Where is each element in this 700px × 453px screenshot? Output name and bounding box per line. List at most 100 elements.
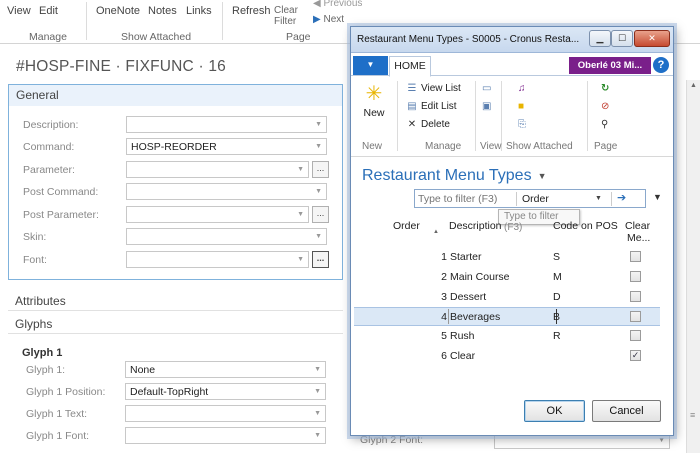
parameter-field[interactable]: ▼ — [126, 161, 309, 178]
cell-code[interactable]: B — [553, 311, 560, 323]
cell-code[interactable]: D — [553, 291, 561, 303]
clear-menu-checkbox[interactable] — [630, 251, 641, 262]
chevron-down-icon[interactable]: ▼ — [315, 233, 322, 240]
cell-description[interactable]: Rush — [450, 330, 475, 342]
page-heading[interactable]: Restaurant Menu Types ▼ — [362, 167, 547, 185]
chevron-down-icon[interactable]: ▼ — [314, 366, 321, 373]
post-parameter-field[interactable]: ▼ — [126, 206, 309, 223]
next-button[interactable]: ▶ Next — [313, 14, 344, 25]
parameter-lookup-button[interactable]: ... — [312, 161, 329, 178]
tab-home[interactable]: HOME — [389, 56, 431, 77]
glyph1-position-field[interactable]: Default-TopRight ▼ — [125, 383, 326, 400]
expand-filter-icon[interactable]: ▼ — [653, 192, 662, 202]
chevron-down-icon[interactable]: ▼ — [658, 437, 665, 444]
attributes-section-header[interactable]: Attributes — [8, 291, 343, 311]
page-scrollbar[interactable]: ▲ ≡ — [686, 80, 700, 453]
chevron-down-icon[interactable]: ▼ — [314, 432, 321, 439]
previous-button[interactable]: ◀ Previous — [313, 0, 362, 9]
column-header-clear-menu-2[interactable]: Me... — [627, 232, 650, 244]
cell-description-editing[interactable]: Beverages — [448, 309, 558, 324]
new-button[interactable]: ✳ New — [357, 81, 391, 119]
cell-description[interactable]: Starter — [450, 251, 482, 263]
cell-code[interactable]: S — [553, 251, 560, 263]
chevron-down-icon[interactable]: ▼ — [314, 388, 321, 395]
command-field[interactable]: HOSP-REORDER ▼ — [126, 138, 327, 155]
view-details-icon[interactable]: ▣ — [482, 101, 491, 112]
glyph1-font-field[interactable]: ▼ — [125, 427, 326, 444]
apply-filter-icon[interactable]: ➔ — [617, 191, 626, 204]
chevron-down-icon[interactable]: ▼ — [315, 121, 322, 128]
cell-description[interactable]: Clear — [450, 350, 475, 362]
close-button[interactable]: ✕ — [634, 30, 670, 47]
general-section-header[interactable]: General — [9, 85, 342, 106]
post-parameter-lookup-button[interactable]: ... — [312, 206, 329, 223]
chevron-down-icon[interactable]: ▼ — [297, 211, 304, 218]
filter-input[interactable] — [418, 192, 510, 206]
clear-menu-checkbox[interactable]: ✓ — [630, 350, 641, 361]
scroll-grip-icon[interactable]: ≡ — [690, 410, 695, 420]
clear-filter-label-2[interactable]: Filter — [274, 16, 296, 27]
ok-button[interactable]: OK — [524, 400, 585, 422]
clear-menu-checkbox[interactable] — [630, 330, 641, 341]
table-row[interactable]: 1 Starter S — [354, 248, 660, 267]
chevron-down-icon[interactable]: ▼ — [297, 256, 304, 263]
column-header-code-on-pos[interactable]: Code on POS — [553, 220, 618, 232]
column-header-order[interactable]: Order — [393, 220, 420, 232]
refresh-icon[interactable]: ↻ — [601, 83, 609, 94]
cell-code[interactable]: M — [553, 271, 562, 283]
clear-menu-checkbox[interactable] — [630, 311, 641, 322]
table-row[interactable]: 5 Rush R — [354, 327, 660, 346]
clear-filter-icon[interactable]: ⊘ — [601, 101, 609, 112]
chevron-down-icon[interactable]: ▼ — [315, 143, 322, 150]
skin-field[interactable]: ▼ — [126, 228, 327, 245]
dialog-titlebar[interactable]: Restaurant Menu Types - S0005 - Cronus R… — [351, 27, 673, 53]
clear-filter-label-1[interactable]: Clear — [274, 5, 298, 16]
font-field[interactable]: ▼ — [126, 251, 309, 268]
column-header-clear-menu-1[interactable]: Clear — [625, 220, 650, 232]
chevron-down-icon[interactable]: ▼ — [538, 171, 547, 181]
edit-button[interactable]: Edit — [39, 5, 58, 17]
chevron-down-icon[interactable]: ▼ — [595, 195, 602, 202]
minimize-button[interactable]: ▁ — [589, 30, 611, 47]
clear-menu-checkbox[interactable] — [630, 271, 641, 282]
company-badge[interactable]: Oberlé 03 Mi... — [569, 57, 651, 74]
post-command-field[interactable]: ▼ — [126, 183, 327, 200]
scroll-up-icon[interactable]: ▲ — [690, 82, 697, 89]
font-lookup-button[interactable]: ... — [312, 251, 329, 268]
view-icon[interactable]: ▭ — [482, 83, 491, 94]
glyph1-text-field[interactable]: ▼ — [125, 405, 326, 422]
new-group-label: New — [362, 141, 383, 152]
cancel-button[interactable]: Cancel — [592, 400, 661, 422]
edit-list-button[interactable]: ▤ Edit List — [406, 101, 456, 112]
filter-field-select[interactable]: Order — [522, 193, 549, 205]
column-header-description[interactable]: Description — [449, 220, 502, 232]
notes-button[interactable]: Notes — [148, 5, 177, 17]
cell-description[interactable]: Dessert — [450, 291, 486, 303]
links-icon[interactable]: ⎘ — [518, 119, 526, 130]
app-menu-button[interactable]: ▼ — [353, 56, 388, 75]
clear-menu-checkbox[interactable] — [630, 291, 641, 302]
help-icon[interactable]: ? — [653, 57, 669, 73]
description-field[interactable]: ▼ — [126, 116, 327, 133]
cell-code[interactable]: R — [553, 330, 561, 342]
chevron-down-icon[interactable]: ▼ — [297, 166, 304, 173]
view-button[interactable]: View — [7, 5, 31, 17]
table-row-selected[interactable]: 4 Beverages B — [354, 307, 660, 326]
notes-icon[interactable]: ■ — [518, 101, 524, 112]
glyph1-field[interactable]: None ▼ — [125, 361, 326, 378]
chevron-down-icon[interactable]: ▼ — [314, 410, 321, 417]
find-icon[interactable]: ⚲ — [601, 119, 608, 130]
refresh-button[interactable]: Refresh — [232, 5, 271, 17]
maximize-button[interactable]: ☐ — [611, 30, 633, 47]
table-row[interactable]: 6 Clear ✓ — [354, 347, 660, 366]
onenote-icon[interactable]: ♫ — [518, 83, 526, 94]
onenote-button[interactable]: OneNote — [96, 5, 140, 17]
cell-description[interactable]: Main Course — [450, 271, 510, 283]
links-button[interactable]: Links — [186, 5, 212, 17]
delete-button[interactable]: ✕ Delete — [406, 119, 450, 130]
glyphs-section-header[interactable]: Glyphs — [8, 314, 343, 334]
view-list-button[interactable]: ☰ View List — [406, 83, 461, 94]
table-row[interactable]: 3 Dessert D — [354, 288, 660, 307]
chevron-down-icon[interactable]: ▼ — [315, 188, 322, 195]
table-row[interactable]: 2 Main Course M — [354, 268, 660, 287]
